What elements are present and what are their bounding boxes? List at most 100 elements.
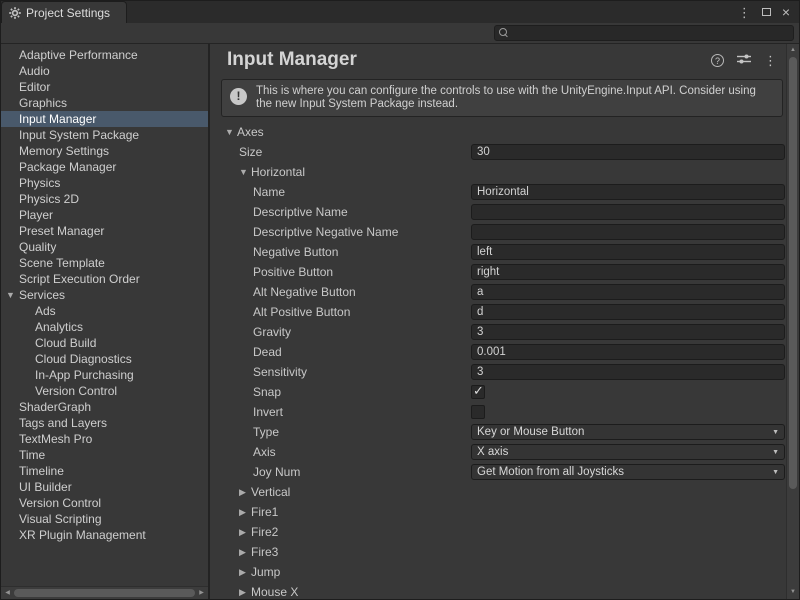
sidebar-item-input-system-package[interactable]: Input System Package	[1, 127, 208, 143]
sidebar-item-timeline[interactable]: Timeline	[1, 463, 208, 479]
project-settings-window: Project Settings ⋮ × Adaptive Performanc…	[0, 0, 800, 600]
chevron-down-icon[interactable]: ▼	[239, 167, 251, 177]
sidebar-item-version-control[interactable]: Version Control	[1, 495, 208, 511]
invert-checkbox[interactable]	[471, 405, 485, 419]
sidebar-item-in-app-purchasing[interactable]: In-App Purchasing	[1, 367, 208, 383]
sidebar-item-time[interactable]: Time	[1, 447, 208, 463]
search-input[interactable]	[512, 26, 793, 40]
alt-negative-button-input[interactable]: a	[471, 284, 785, 300]
sidebar-item-textmesh-pro[interactable]: TextMesh Pro	[1, 431, 208, 447]
scrollbar-thumb[interactable]	[789, 57, 797, 489]
chevron-right-icon[interactable]: ▶	[239, 527, 251, 538]
chevron-right-icon[interactable]: ▶	[239, 587, 251, 598]
property-label-cell: Type	[225, 425, 471, 439]
joy-num-dropdown[interactable]: Get Motion from all Joysticks▼	[471, 464, 785, 480]
sidebar-item-xr-plugin-management[interactable]: XR Plugin Management	[1, 527, 208, 543]
sidebar-item-ui-builder[interactable]: UI Builder	[1, 479, 208, 495]
negative-button-input[interactable]: left	[471, 244, 785, 260]
sidebar-item-analytics[interactable]: Analytics	[1, 319, 208, 335]
sidebar-item-memory-settings[interactable]: Memory Settings	[1, 143, 208, 159]
alt-positive-button-input[interactable]: d	[471, 304, 785, 320]
chevron-down-icon[interactable]: ▼	[225, 127, 237, 137]
chevron-right-icon[interactable]: ▶	[239, 507, 251, 518]
chevron-right-icon[interactable]: ▶	[239, 487, 251, 498]
sidebar-item-label: Player	[19, 208, 53, 222]
sidebar-item-version-control[interactable]: Version Control	[1, 383, 208, 399]
property-row-axis: AxisX axis▼	[210, 442, 799, 462]
sidebar-item-ads[interactable]: Ads	[1, 303, 208, 319]
sidebar-item-cloud-build[interactable]: Cloud Build	[1, 335, 208, 351]
sidebar-item-label: Time	[19, 448, 45, 462]
vertical-scrollbar[interactable]: ▲ ▼	[786, 44, 799, 599]
sidebar-item-package-manager[interactable]: Package Manager	[1, 159, 208, 175]
sidebar-item-cloud-diagnostics[interactable]: Cloud Diagnostics	[1, 351, 208, 367]
positive-button-input[interactable]: right	[471, 264, 785, 280]
maximize-icon[interactable]	[762, 8, 771, 16]
search-box[interactable]	[494, 25, 794, 41]
window-controls: ⋮ ×	[738, 1, 799, 23]
sensitivity-input[interactable]: 3	[471, 364, 785, 380]
property-row-negative-button: Negative Buttonleft	[210, 242, 799, 262]
chevron-right-icon[interactable]: ▶	[239, 547, 251, 558]
sidebar-item-editor[interactable]: Editor	[1, 79, 208, 95]
sidebar-item-preset-manager[interactable]: Preset Manager	[1, 223, 208, 239]
descriptive-negative-name-input[interactable]	[471, 224, 785, 240]
name-input[interactable]: Horizontal	[471, 184, 785, 200]
panel-menu-icon[interactable]: ⋮	[764, 54, 777, 67]
chevron-right-icon[interactable]: ▶	[239, 567, 251, 578]
sidebar-horizontal-scrollbar[interactable]: ◀ ▶	[1, 586, 208, 599]
dead-input[interactable]: 0.001	[471, 344, 785, 360]
sidebar-item-adaptive-performance[interactable]: Adaptive Performance	[1, 47, 208, 63]
property-label-cell: Axis	[225, 445, 471, 459]
sidebar-item-tags-and-layers[interactable]: Tags and Layers	[1, 415, 208, 431]
window-menu-icon[interactable]: ⋮	[738, 6, 751, 19]
sidebar-item-shadergraph[interactable]: ShaderGraph	[1, 399, 208, 415]
sidebar-item-audio[interactable]: Audio	[1, 63, 208, 79]
chevron-down-icon[interactable]: ▼	[6, 287, 15, 303]
property-label[interactable]: Jump	[251, 565, 280, 579]
property-row-name: NameHorizontal	[210, 182, 799, 202]
snap-checkbox[interactable]: ✓	[471, 385, 485, 399]
scrollbar-thumb[interactable]	[14, 589, 195, 597]
property-label[interactable]: Axes	[237, 125, 264, 139]
type-dropdown[interactable]: Key or Mouse Button▼	[471, 424, 785, 440]
sidebar-item-scene-template[interactable]: Scene Template	[1, 255, 208, 271]
scroll-left-icon[interactable]: ◀	[1, 587, 14, 599]
help-icon[interactable]: ?	[711, 54, 724, 67]
sidebar-item-quality[interactable]: Quality	[1, 239, 208, 255]
sidebar-item-script-execution-order[interactable]: Script Execution Order	[1, 271, 208, 287]
scroll-right-icon[interactable]: ▶	[195, 587, 208, 599]
property-row-positive-button: Positive Buttonright	[210, 262, 799, 282]
axis-dropdown[interactable]: X axis▼	[471, 444, 785, 460]
descriptive-name-input[interactable]	[471, 204, 785, 220]
sidebar-item-label: Cloud Build	[35, 336, 96, 350]
property-label[interactable]: Horizontal	[251, 165, 305, 179]
presets-icon[interactable]	[737, 53, 751, 68]
property-label[interactable]: Vertical	[251, 485, 290, 499]
property-label[interactable]: Mouse X	[251, 585, 298, 599]
sidebar-item-services[interactable]: ▼ Services	[1, 287, 208, 303]
property-value-cell: 0.001	[471, 344, 785, 360]
close-icon[interactable]: ×	[782, 5, 790, 19]
settings-sidebar: Adaptive PerformanceAudioEditorGraphicsI…	[1, 44, 210, 599]
tab-project-settings[interactable]: Project Settings	[1, 1, 127, 23]
property-label[interactable]: Fire1	[251, 505, 278, 519]
scroll-up-icon[interactable]: ▲	[787, 44, 799, 57]
sidebar-item-graphics[interactable]: Graphics	[1, 95, 208, 111]
sidebar-item-physics[interactable]: Physics	[1, 175, 208, 191]
property-label[interactable]: Fire3	[251, 545, 278, 559]
size-input[interactable]: 30	[471, 144, 785, 160]
sidebar-item-input-manager[interactable]: Input Manager	[1, 111, 208, 127]
sidebar-item-label: Tags and Layers	[19, 416, 107, 430]
property-value-cell: d	[471, 304, 785, 320]
sidebar-item-visual-scripting[interactable]: Visual Scripting	[1, 511, 208, 527]
property-label-cell: ▶Fire1	[225, 505, 471, 519]
sidebar-item-player[interactable]: Player	[1, 207, 208, 223]
scroll-down-icon[interactable]: ▼	[787, 586, 799, 599]
sidebar-item-label: Services	[19, 288, 65, 302]
sidebar-item-label: Timeline	[19, 464, 64, 478]
gravity-input[interactable]: 3	[471, 324, 785, 340]
sidebar-item-physics-2d[interactable]: Physics 2D	[1, 191, 208, 207]
property-label[interactable]: Fire2	[251, 525, 278, 539]
property-label-cell: ▶Vertical	[225, 485, 471, 499]
